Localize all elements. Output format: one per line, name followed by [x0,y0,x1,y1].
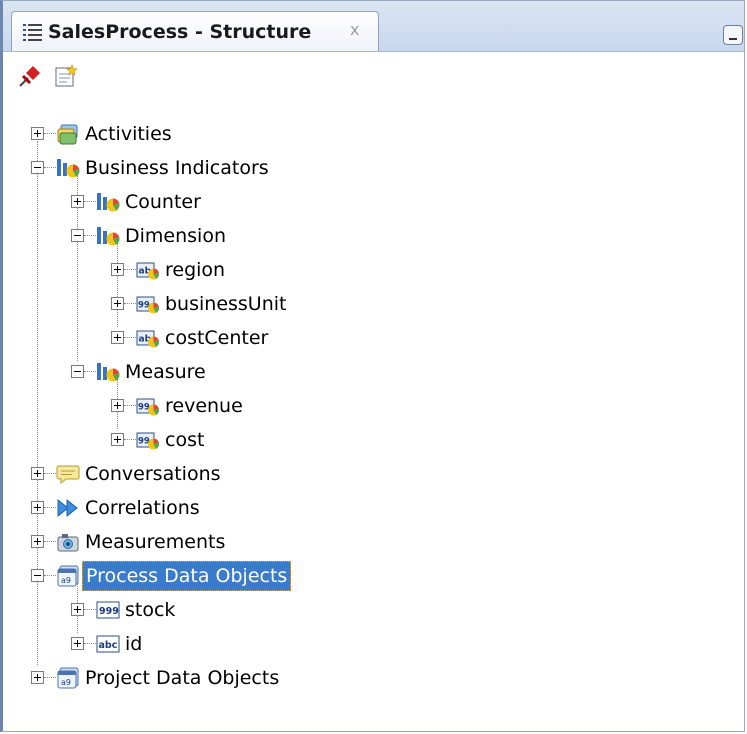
structure-panel: SalesProcess - Structure x Activities Bus… [0,0,745,732]
tree-node-region[interactable]: ab region [3,253,703,287]
tree-node-process-data-objects[interactable]: a9 Process Data Objects [3,559,703,593]
string-type-icon: abc [96,635,120,653]
expand-icon[interactable] [111,263,124,276]
svg-text:abc: abc [99,640,118,651]
expand-icon[interactable] [111,297,124,310]
tree-node-label: Measure [125,361,206,383]
tree-node-id[interactable]: abc id [3,627,703,661]
tree-node-label: Counter [125,191,201,213]
svg-text:a9: a9 [61,576,71,585]
tree-connector [44,133,56,134]
tree-node-label: Correlations [85,497,200,519]
business-indicator-icon [57,159,80,178]
business-indicator-icon [97,227,120,246]
tree-connector [84,201,96,202]
number-indicator-icon: 99 [136,398,160,416]
tree-node-project-data-objects[interactable]: a9 Project Data Objects [3,661,703,695]
svg-text:999: 999 [99,606,119,617]
tree-node-conversations[interactable]: Conversations [3,457,703,491]
tree-node-label: Project Data Objects [85,667,280,689]
expand-icon[interactable] [71,637,84,650]
activities-icon [57,124,78,145]
expand-icon[interactable] [111,399,124,412]
tree-node-business-indicators[interactable]: Business Indicators [3,151,703,185]
expand-icon[interactable] [71,603,84,616]
tree-node-measure[interactable]: Measure [3,355,703,389]
expand-icon[interactable] [31,127,44,140]
tree-connector [44,575,56,576]
tree-node-label: Activities [85,123,172,145]
tree-node-correlations[interactable]: Correlations [3,491,703,525]
tree-connector [124,337,136,338]
tree-node-counter[interactable]: Counter [3,185,703,219]
svg-text:a9: a9 [61,678,71,687]
tree-connector [124,269,136,270]
business-indicator-icon [97,363,120,382]
tree-node-cost[interactable]: 99 cost [3,423,703,457]
number-type-icon: 999 [96,601,120,619]
tree-node-label: Dimension [125,225,226,247]
string-indicator-icon: ab [136,262,160,280]
tree-connector [84,235,96,236]
collapse-icon[interactable] [71,229,84,242]
expand-icon[interactable] [111,433,124,446]
collapse-icon[interactable] [31,161,44,174]
tree-node-revenue[interactable]: 99 revenue [3,389,703,423]
tree-node-label: businessUnit [165,293,287,315]
tree-node-label: Conversations [85,463,221,485]
tree-node-label: Process Data Objects [82,561,292,591]
tree-connector [124,405,136,406]
string-indicator-icon: ab [136,330,160,348]
tree-node-costCenter[interactable]: ab costCenter [3,321,703,355]
expand-icon[interactable] [31,467,44,480]
tree-connector [124,303,136,304]
tree-connector [84,371,96,372]
tree-connector [44,677,56,678]
tree-node-label: stock [125,599,176,621]
tree-node-activities[interactable]: Activities [3,117,703,151]
tree-node-businessUnit[interactable]: 99 businessUnit [3,287,703,321]
expand-icon[interactable] [111,331,124,344]
correlation-icon [57,498,78,518]
tree-node-label: region [165,259,226,281]
tree-node-label: cost [165,429,205,451]
data-objects-icon: a9 [57,667,79,689]
conversation-icon [56,465,80,485]
tree-node-label: costCenter [165,327,269,349]
tree-node-label: Measurements [85,531,226,553]
tree-connector [84,609,96,610]
number-indicator-icon: 99 [136,432,160,450]
tree-connector [44,473,56,474]
tree-connector [84,643,96,644]
expand-icon[interactable] [71,195,84,208]
measurement-icon [57,534,79,552]
tree-node-stock[interactable]: 999 stock [3,593,703,627]
expand-icon[interactable] [31,501,44,514]
tree-node-measurements[interactable]: Measurements [3,525,703,559]
tree-connector [124,439,136,440]
expand-icon[interactable] [31,535,44,548]
tree-node-label: revenue [165,395,243,417]
tree-node-label: Business Indicators [85,157,269,179]
tree-connector [44,541,56,542]
tree-connector [44,507,56,508]
business-indicator-icon [97,193,120,212]
tree-node-dimension[interactable]: Dimension [3,219,703,253]
tree-node-label: id [125,633,143,655]
collapse-icon[interactable] [71,365,84,378]
tree-connector [44,167,56,168]
collapse-icon[interactable] [31,569,44,582]
data-objects-icon: a9 [57,565,79,587]
expand-icon[interactable] [31,671,44,684]
number-indicator-icon: 99 [136,296,160,314]
structure-tree: Activities Business Indicators Counter Dime… [3,1,744,731]
